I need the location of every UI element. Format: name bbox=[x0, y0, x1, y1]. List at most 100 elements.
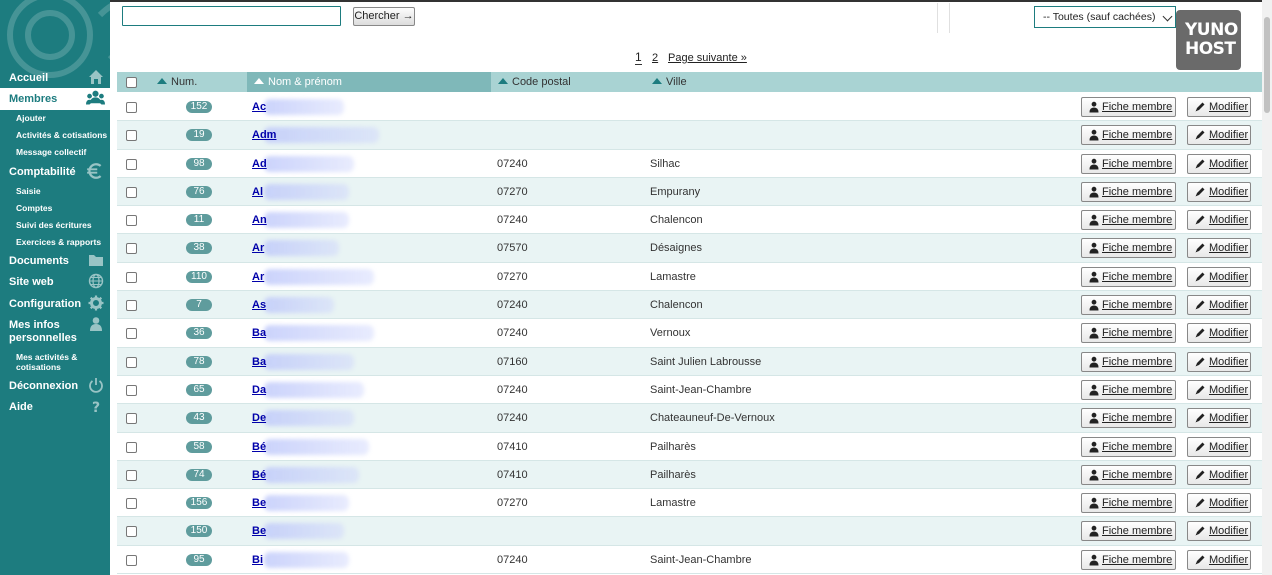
page-next-link[interactable]: Page suivante » bbox=[668, 52, 747, 64]
member-card-button[interactable]: Fiche membre bbox=[1081, 153, 1176, 174]
column-header-name[interactable]: Nom & prénom bbox=[247, 72, 491, 92]
row-checkbox[interactable] bbox=[126, 554, 137, 566]
member-card-button[interactable]: Fiche membre bbox=[1081, 493, 1176, 514]
row-checkbox[interactable] bbox=[126, 243, 137, 255]
button-label: Fiche membre bbox=[1102, 468, 1173, 481]
search-button[interactable]: Chercher → bbox=[353, 7, 415, 26]
member-name-link[interactable]: Ba bbox=[252, 356, 266, 368]
sidebar-subitem-activites-cotisations[interactable]: Activités & cotisations bbox=[16, 130, 107, 140]
member-name-link[interactable]: Be bbox=[252, 497, 266, 509]
row-checkbox[interactable] bbox=[126, 498, 137, 510]
row-checkbox[interactable] bbox=[126, 526, 137, 538]
edit-button[interactable]: Modifier bbox=[1187, 323, 1251, 344]
member-name-link[interactable]: As bbox=[252, 299, 266, 311]
sidebar-subitem-suivi-ecritures[interactable]: Suivi des écritures bbox=[16, 220, 92, 230]
member-name-link[interactable]: Ad bbox=[252, 158, 267, 170]
help-icon: ? bbox=[92, 400, 100, 414]
member-card-button[interactable]: Fiche membre bbox=[1081, 323, 1176, 344]
row-checkbox[interactable] bbox=[126, 158, 137, 170]
category-filter-select[interactable]: -- Toutes (sauf cachées) bbox=[1034, 6, 1176, 28]
sidebar-item-label: Site web bbox=[9, 276, 54, 288]
select-all-checkbox[interactable] bbox=[126, 77, 137, 88]
row-checkbox[interactable] bbox=[126, 300, 137, 312]
scrollbar-thumb[interactable] bbox=[1264, 17, 1270, 113]
member-card-button[interactable]: Fiche membre bbox=[1081, 351, 1176, 372]
edit-button[interactable]: Modifier bbox=[1187, 125, 1251, 146]
edit-button[interactable]: Modifier bbox=[1187, 351, 1251, 372]
edit-button[interactable]: Modifier bbox=[1187, 408, 1251, 429]
member-card-button[interactable]: Fiche membre bbox=[1081, 266, 1176, 287]
city: Saint Julien Labrousse bbox=[650, 355, 762, 368]
vertical-scrollbar[interactable] bbox=[1262, 0, 1272, 575]
member-number-badge: 110 bbox=[186, 270, 212, 283]
member-card-button[interactable]: Fiche membre bbox=[1081, 125, 1176, 146]
member-name-link[interactable]: Adm bbox=[252, 129, 276, 141]
member-card-button[interactable]: Fiche membre bbox=[1081, 181, 1176, 202]
member-card-button[interactable]: Fiche membre bbox=[1081, 97, 1176, 117]
edit-button[interactable]: Modifier bbox=[1187, 493, 1251, 514]
sidebar-subitem-mes-activites[interactable]: Mes activités & cotisations bbox=[16, 352, 96, 372]
edit-button[interactable]: Modifier bbox=[1187, 521, 1251, 542]
member-name-link[interactable]: Ar bbox=[252, 242, 264, 254]
member-card-button[interactable]: Fiche membre bbox=[1081, 238, 1176, 259]
page-link-2[interactable]: 2 bbox=[652, 52, 658, 64]
member-name-link[interactable]: Ar bbox=[252, 271, 264, 283]
search-input[interactable] bbox=[122, 6, 341, 26]
member-name-link[interactable]: De bbox=[252, 412, 266, 424]
column-header-ville[interactable]: Ville bbox=[652, 72, 852, 92]
edit-button[interactable]: Modifier bbox=[1187, 464, 1251, 485]
column-header-num[interactable]: Num. bbox=[157, 72, 247, 92]
row-checkbox[interactable] bbox=[126, 186, 137, 198]
member-card-button[interactable]: Fiche membre bbox=[1081, 436, 1176, 457]
row-checkbox[interactable] bbox=[126, 328, 137, 340]
sidebar-subitem-message-collectif[interactable]: Message collectif bbox=[16, 147, 86, 157]
globe-icon bbox=[88, 273, 104, 289]
row-checkbox[interactable] bbox=[126, 441, 137, 453]
sort-up-icon bbox=[157, 78, 167, 84]
edit-button[interactable]: Modifier bbox=[1187, 210, 1251, 231]
edit-button[interactable]: Modifier bbox=[1187, 97, 1251, 117]
edit-button[interactable]: Modifier bbox=[1187, 549, 1251, 570]
row-checkbox[interactable] bbox=[126, 384, 137, 396]
member-name-link[interactable]: Ac bbox=[252, 101, 266, 113]
edit-button[interactable]: Modifier bbox=[1187, 238, 1251, 259]
edit-button[interactable]: Modifier bbox=[1187, 295, 1251, 316]
yunohost-logo[interactable]: YUNO HOST bbox=[1176, 10, 1241, 70]
sidebar-subitem-comptes[interactable]: Comptes bbox=[16, 203, 52, 213]
edit-button[interactable]: Modifier bbox=[1187, 379, 1251, 400]
row-checkbox[interactable] bbox=[126, 271, 137, 283]
row-checkbox[interactable] bbox=[126, 356, 137, 368]
edit-button[interactable]: Modifier bbox=[1187, 181, 1251, 202]
member-name-link[interactable]: Bé bbox=[252, 469, 266, 481]
member-card-button[interactable]: Fiche membre bbox=[1081, 210, 1176, 231]
column-header-cp[interactable]: Code postal bbox=[498, 72, 638, 92]
member-name-link[interactable]: Al bbox=[252, 186, 263, 198]
row-checkbox[interactable] bbox=[126, 215, 137, 227]
edit-button[interactable]: Modifier bbox=[1187, 436, 1251, 457]
member-card-button[interactable]: Fiche membre bbox=[1081, 521, 1176, 542]
sidebar-item-membres[interactable]: Membres bbox=[0, 88, 110, 110]
row-checkbox[interactable] bbox=[126, 413, 137, 425]
sidebar-subitem-saisie[interactable]: Saisie bbox=[16, 186, 41, 196]
member-name-link[interactable]: Bi bbox=[252, 554, 263, 566]
member-card-button[interactable]: Fiche membre bbox=[1081, 549, 1176, 570]
member-card-button[interactable]: Fiche membre bbox=[1081, 408, 1176, 429]
member-card-button[interactable]: Fiche membre bbox=[1081, 379, 1176, 400]
member-name-link[interactable]: Da bbox=[252, 384, 266, 396]
pencil-icon bbox=[1195, 300, 1205, 310]
member-name-link[interactable]: Bé bbox=[252, 441, 266, 453]
row-checkbox[interactable] bbox=[126, 130, 137, 142]
table-row: 110 Ar 07270 Lamastre Fiche membre Modifier bbox=[117, 263, 1262, 292]
edit-button[interactable]: Modifier bbox=[1187, 266, 1251, 287]
member-name-link[interactable]: An bbox=[252, 214, 267, 226]
member-card-button[interactable]: Fiche membre bbox=[1081, 464, 1176, 485]
sidebar-subitem-ajouter[interactable]: Ajouter bbox=[16, 113, 46, 123]
member-name-link[interactable]: Ba bbox=[252, 327, 266, 339]
user-icon bbox=[1089, 243, 1099, 254]
row-checkbox[interactable] bbox=[126, 469, 137, 481]
member-name-link[interactable]: Be bbox=[252, 525, 266, 537]
edit-button[interactable]: Modifier bbox=[1187, 153, 1251, 174]
row-checkbox[interactable] bbox=[126, 102, 137, 113]
member-card-button[interactable]: Fiche membre bbox=[1081, 295, 1176, 316]
sidebar-subitem-exercices-rapports[interactable]: Exercices & rapports bbox=[16, 237, 101, 247]
